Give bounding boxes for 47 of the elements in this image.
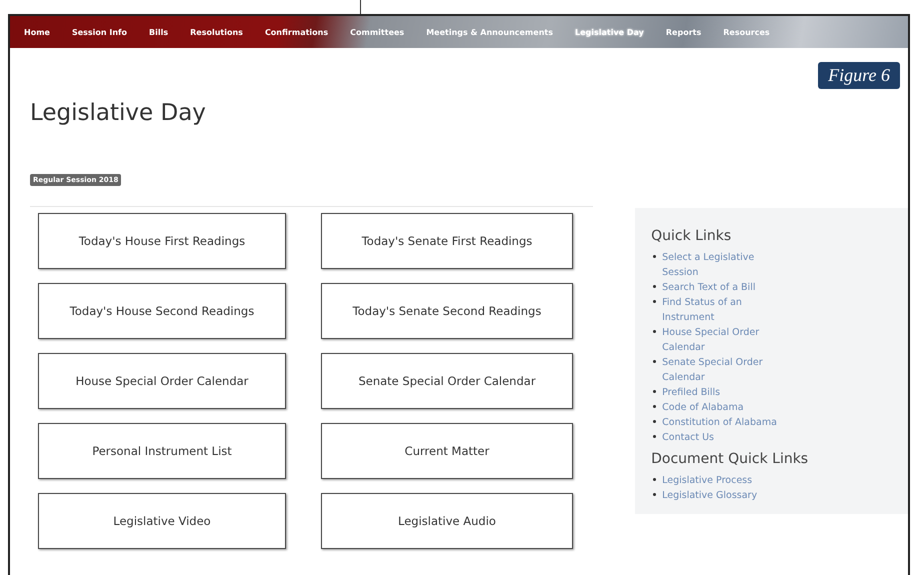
- quick-link[interactable]: Find Status of an Instrument: [662, 295, 792, 325]
- quick-link[interactable]: House Special Order Calendar: [662, 325, 792, 355]
- nav-link[interactable]: Reports: [666, 28, 702, 36]
- bullet-icon: [653, 390, 656, 393]
- quick-link[interactable]: Constitution of Alabama: [662, 415, 792, 430]
- quick-link[interactable]: Prefiled Bills: [662, 385, 792, 400]
- calendar-button[interactable]: Today's House Second Readings: [38, 283, 286, 339]
- calendar-button[interactable]: Today's Senate First Readings: [321, 213, 573, 269]
- quick-link[interactable]: Legislative Glossary: [662, 488, 792, 503]
- section-heading: Document Quick Links: [651, 451, 810, 467]
- calendar-button[interactable]: Legislative Video: [38, 493, 286, 549]
- nav-link[interactable]: Resolutions: [190, 28, 243, 36]
- calendar-button[interactable]: Today's House First Readings: [38, 213, 286, 269]
- figure-label: Figure 6: [818, 62, 900, 89]
- bullet-icon: [653, 435, 656, 438]
- bullet-icon: [653, 300, 656, 303]
- nav-link[interactable]: Session Info: [72, 28, 128, 36]
- bullet-icon: [653, 330, 656, 333]
- bullet-icon: [653, 360, 656, 363]
- nav-link[interactable]: Bills: [149, 28, 168, 36]
- quick-link[interactable]: Code of Alabama: [662, 400, 792, 415]
- calendar-button[interactable]: Today's Senate Second Readings: [321, 283, 573, 339]
- page-title: Legislative Day: [30, 100, 207, 126]
- calendar-button[interactable]: Current Matter: [321, 423, 573, 479]
- bullet-icon: [653, 405, 656, 408]
- leader-line: [360, 0, 361, 14]
- nav-link[interactable]: Home: [24, 28, 50, 36]
- quick-link[interactable]: Legislative Process: [662, 473, 792, 488]
- calendar-button[interactable]: Legislative Audio: [321, 493, 573, 549]
- bullet-icon: [653, 478, 656, 481]
- bullet-icon: [653, 285, 656, 288]
- nav-link[interactable]: Committees: [350, 28, 404, 36]
- calendar-button[interactable]: Personal Instrument List: [38, 423, 286, 479]
- nav-link[interactable]: Meetings & Announcements: [426, 28, 553, 36]
- section-heading: Quick Links: [651, 228, 732, 244]
- calendar-button[interactable]: Senate Special Order Calendar: [321, 353, 573, 409]
- quick-link[interactable]: Senate Special Order Calendar: [662, 355, 792, 385]
- quick-link[interactable]: Search Text of a Bill: [662, 280, 792, 295]
- nav-link[interactable]: Legislative Day: [574, 28, 644, 36]
- calendar-button[interactable]: House Special Order Calendar: [38, 353, 286, 409]
- nav-link[interactable]: Confirmations: [264, 28, 328, 36]
- bullet-icon: [653, 420, 656, 423]
- quick-link[interactable]: Select a Legislative Session: [662, 250, 792, 280]
- bullet-icon: [653, 255, 656, 258]
- quick-link[interactable]: Contact Us: [662, 430, 792, 445]
- bullet-icon: [653, 493, 656, 496]
- nav-link[interactable]: Resources: [723, 28, 770, 36]
